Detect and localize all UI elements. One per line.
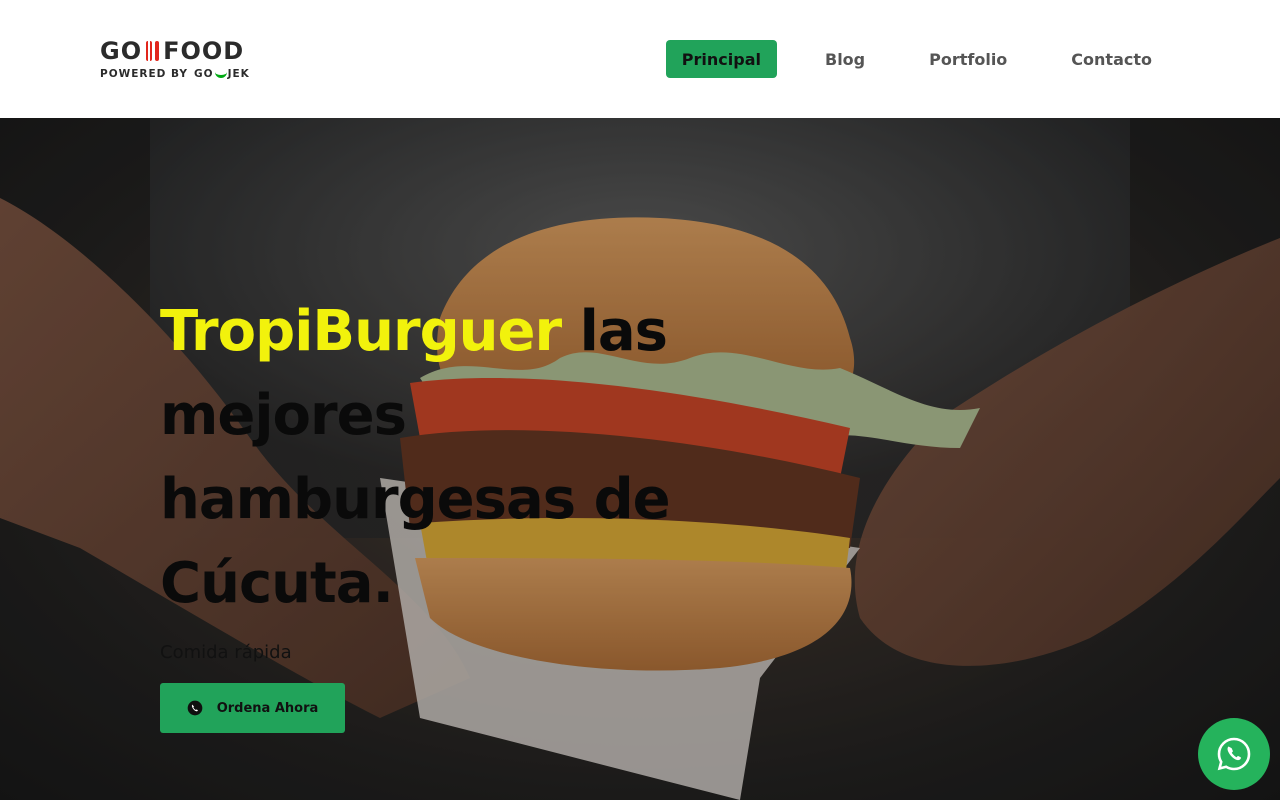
hero-section: TropiBurguer las mejores hamburgesas de … (0, 118, 1280, 800)
cutlery-icon (146, 41, 160, 61)
order-now-button[interactable]: Ordena Ahora (160, 683, 345, 733)
logo-tagline: POWERED BY GO JEK (100, 68, 300, 80)
gojek-jek-text: JEK (227, 68, 250, 80)
nav-contacto[interactable]: Contacto (1039, 40, 1184, 78)
main-nav: Principal Blog Portfolio Contacto (665, 40, 1184, 78)
nav-portfolio[interactable]: Portfolio (897, 40, 1039, 78)
site-header: GO FOOD POWERED BY GO JEK Principal Blog… (0, 0, 1280, 118)
headline-brand: TropiBurguer (160, 299, 562, 364)
nav-blog[interactable]: Blog (793, 40, 897, 78)
whatsapp-icon (1217, 737, 1251, 771)
whatsapp-icon (187, 700, 203, 716)
hero-headline: TropiBurguer las mejores hamburgesas de … (160, 290, 680, 626)
gojek-wordmark: GO JEK (194, 68, 250, 80)
order-now-label: Ordena Ahora (216, 700, 319, 716)
logo-go-text: GO (100, 37, 143, 65)
gojek-go-text: GO (194, 68, 214, 80)
nav-principal[interactable]: Principal (665, 40, 777, 78)
hero-subtitle: Comida rápida (160, 642, 292, 663)
gojek-mark-icon (214, 70, 227, 78)
logo-wordmark: GO FOOD (100, 37, 300, 65)
floating-whatsapp-button[interactable] (1198, 718, 1270, 790)
logo-food-text: FOOD (163, 37, 245, 65)
gofood-logo[interactable]: GO FOOD POWERED BY GO JEK (100, 37, 300, 82)
logo-powered-by: POWERED BY (100, 68, 189, 80)
